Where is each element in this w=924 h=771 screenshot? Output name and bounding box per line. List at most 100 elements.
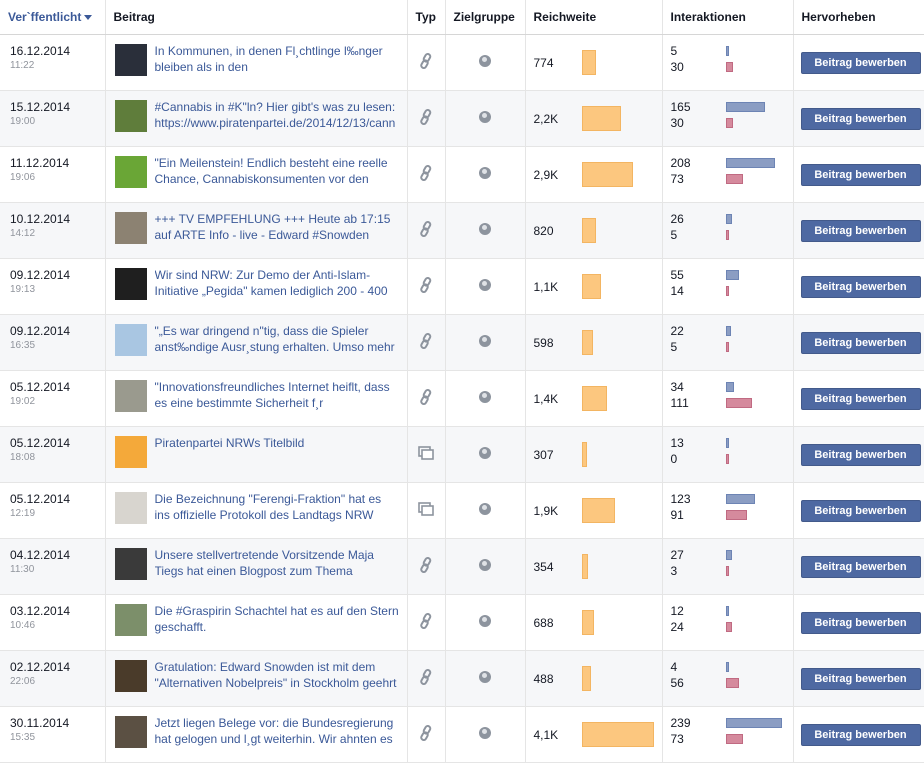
promote-post-button[interactable]: Beitrag bewerben bbox=[800, 51, 921, 74]
interactions-primary-bar[interactable] bbox=[725, 606, 729, 616]
promote-post-button[interactable]: Beitrag bewerben bbox=[800, 667, 921, 690]
post-thumbnail[interactable] bbox=[114, 604, 147, 636]
post-link[interactable]: Unsere stellvertretende Vorsitzende Maja… bbox=[155, 547, 400, 579]
interactions-secondary-bar[interactable] bbox=[725, 454, 729, 464]
post-thumbnail[interactable] bbox=[114, 100, 147, 132]
reach-bar[interactable] bbox=[581, 218, 596, 243]
promote-post-button[interactable]: Beitrag bewerben bbox=[800, 219, 921, 242]
column-header-interactions[interactable]: Interaktionen bbox=[662, 0, 794, 35]
reach-value: 1,4K bbox=[533, 391, 559, 406]
post-link[interactable]: Gratulation: Edward Snowden ist mit dem … bbox=[155, 659, 400, 691]
interactions-primary-bar[interactable] bbox=[725, 550, 732, 560]
interactions-secondary-bar[interactable] bbox=[725, 286, 729, 296]
reach-bar[interactable] bbox=[581, 106, 621, 131]
post-thumbnail[interactable] bbox=[114, 716, 147, 748]
reach-bar[interactable] bbox=[581, 50, 596, 75]
promote-post-button[interactable]: Beitrag bewerben bbox=[800, 555, 921, 578]
interactions-primary-bar[interactable] bbox=[725, 214, 732, 224]
post-thumbnail[interactable] bbox=[114, 548, 147, 580]
link-icon bbox=[419, 333, 433, 352]
post-link[interactable]: #Cannabis in #K"ln? Hier gibt's was zu l… bbox=[155, 99, 400, 131]
interactions-primary-bar[interactable] bbox=[725, 270, 739, 280]
post-thumbnail[interactable] bbox=[114, 492, 147, 524]
column-header-reach[interactable]: Reichweite bbox=[525, 0, 663, 35]
interactions-primary-bar[interactable] bbox=[725, 158, 775, 168]
interactions-primary-bar[interactable] bbox=[725, 438, 729, 448]
post-link[interactable]: "„Es war dringend n"tig, dass die Spiele… bbox=[155, 323, 400, 355]
interactions-secondary-bar[interactable] bbox=[725, 734, 743, 744]
interactions-secondary-bar[interactable] bbox=[725, 342, 729, 352]
reach-bar[interactable] bbox=[581, 666, 591, 691]
link-icon bbox=[419, 221, 433, 240]
reach-bar[interactable] bbox=[581, 554, 588, 579]
interactions-secondary-bar[interactable] bbox=[725, 62, 733, 72]
reach-bar[interactable] bbox=[581, 722, 654, 747]
table-row: 09.12.2014 16:35 "„Es war dringend n"tig, … bbox=[0, 314, 924, 371]
post-link[interactable]: Die Bezeichnung "Ferengi-Fraktion" hat e… bbox=[155, 491, 400, 523]
post-link[interactable]: "Innovationsfreundliches Internet heiflt… bbox=[155, 379, 400, 411]
interactions-secondary-bar[interactable] bbox=[725, 118, 733, 128]
interactions-secondary-bar[interactable] bbox=[725, 174, 743, 184]
promote-post-button[interactable]: Beitrag bewerben bbox=[800, 499, 921, 522]
reach-bar[interactable] bbox=[581, 498, 615, 523]
promote-post-button[interactable]: Beitrag bewerben bbox=[800, 387, 921, 410]
post-thumbnail[interactable] bbox=[114, 324, 147, 356]
interactions-primary-bar[interactable] bbox=[725, 718, 782, 728]
reach-cell: 4,1K bbox=[525, 706, 663, 763]
interactions-secondary-bar[interactable] bbox=[725, 622, 732, 632]
interactions-secondary-bar[interactable] bbox=[725, 398, 752, 408]
post-thumbnail[interactable] bbox=[114, 156, 147, 188]
reach-bar[interactable] bbox=[581, 610, 594, 635]
interactions-cell: 55 14 bbox=[662, 258, 794, 315]
post-link[interactable]: In Kommunen, in denen Fl¸chtlinge l‰nger… bbox=[155, 43, 400, 75]
interactions-secondary-bar[interactable] bbox=[725, 230, 729, 240]
published-time: 18:08 bbox=[10, 452, 36, 463]
post-link[interactable]: +++ TV EMPFEHLUNG +++ Heute ab 17:15 auf… bbox=[155, 211, 400, 243]
post-thumbnail[interactable] bbox=[114, 212, 147, 244]
reach-bar[interactable] bbox=[581, 386, 607, 411]
interactions-primary-value: 13 bbox=[670, 436, 684, 450]
post-thumbnail[interactable] bbox=[114, 660, 147, 692]
interactions-primary-bar[interactable] bbox=[725, 382, 734, 392]
column-header-published[interactable]: Ver`ffentlicht bbox=[0, 0, 106, 35]
post-thumbnail[interactable] bbox=[114, 44, 147, 76]
interactions-primary-bar[interactable] bbox=[725, 494, 755, 504]
promote-post-button[interactable]: Beitrag bewerben bbox=[800, 107, 921, 130]
interactions-secondary-bar[interactable] bbox=[725, 566, 729, 576]
promote-post-button[interactable]: Beitrag bewerben bbox=[800, 163, 921, 186]
post-link[interactable]: Die #Graspirin Schachtel hat es auf den … bbox=[155, 603, 400, 635]
interactions-primary-bar[interactable] bbox=[725, 46, 729, 56]
column-header-post[interactable]: Beitrag bbox=[105, 0, 408, 35]
column-header-type[interactable]: Typ bbox=[407, 0, 446, 35]
audience-cell bbox=[445, 258, 526, 315]
published-date: 30.11.2014 bbox=[10, 716, 70, 730]
audience-cell bbox=[445, 202, 526, 259]
post-thumbnail[interactable] bbox=[114, 380, 147, 412]
interactions-secondary-value: 24 bbox=[670, 620, 684, 634]
post-thumbnail[interactable] bbox=[114, 268, 147, 300]
reach-bar[interactable] bbox=[581, 274, 601, 299]
post-link[interactable]: Jetzt liegen Belege vor: die Bundesregie… bbox=[155, 715, 400, 747]
promote-post-button[interactable]: Beitrag bewerben bbox=[800, 331, 921, 354]
post-link[interactable]: Piratenpartei NRWs Titelbild bbox=[155, 435, 400, 467]
promote-post-button[interactable]: Beitrag bewerben bbox=[800, 443, 921, 466]
interactions-secondary-bar[interactable] bbox=[725, 678, 739, 688]
reach-bar[interactable] bbox=[581, 330, 593, 355]
promote-post-button[interactable]: Beitrag bewerben bbox=[800, 275, 921, 298]
reach-value: 1,1K bbox=[533, 279, 559, 294]
post-link[interactable]: Wir sind NRW: Zur Demo der Anti-Islam-In… bbox=[155, 267, 400, 299]
interactions-secondary-bar[interactable] bbox=[725, 510, 747, 520]
column-header-audience[interactable]: Zielgruppe bbox=[445, 0, 526, 35]
photo-icon bbox=[418, 446, 434, 463]
reach-bar[interactable] bbox=[581, 162, 633, 187]
post-thumbnail[interactable] bbox=[114, 436, 147, 468]
promote-post-button[interactable]: Beitrag bewerben bbox=[800, 723, 921, 746]
post-link[interactable]: "Ein Meilenstein! Endlich besteht eine r… bbox=[155, 155, 400, 187]
reach-value: 598 bbox=[533, 335, 554, 350]
promote-post-button[interactable]: Beitrag bewerben bbox=[800, 611, 921, 634]
interactions-primary-bar[interactable] bbox=[725, 326, 731, 336]
promote-cell: Beitrag bewerben bbox=[793, 706, 924, 763]
reach-bar[interactable] bbox=[581, 442, 587, 467]
interactions-primary-bar[interactable] bbox=[725, 662, 729, 672]
interactions-primary-bar[interactable] bbox=[725, 102, 765, 112]
